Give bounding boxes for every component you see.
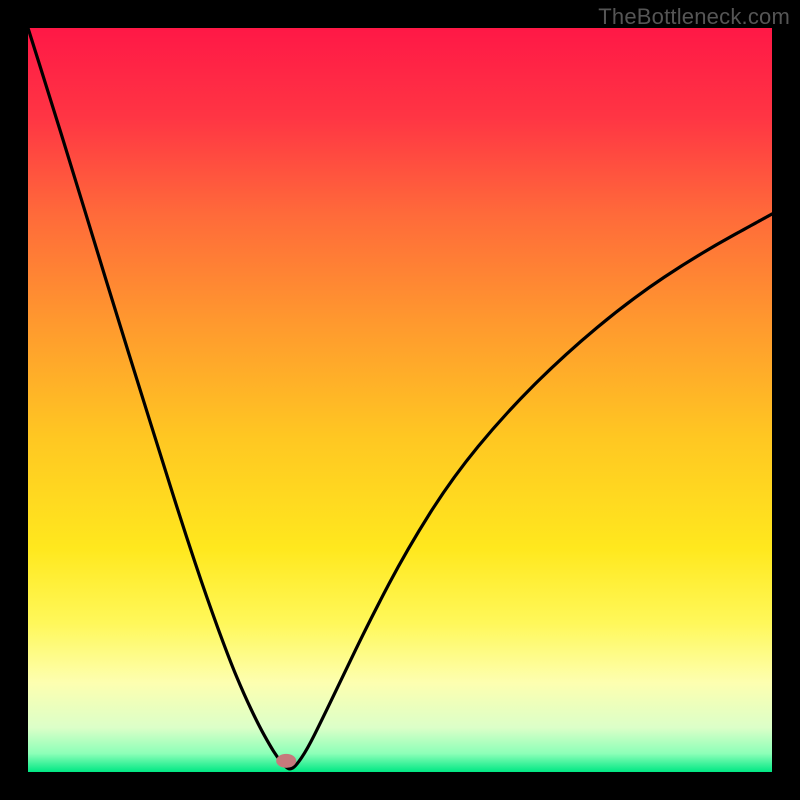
watermark-text: TheBottleneck.com	[598, 4, 790, 30]
chart-frame: TheBottleneck.com	[0, 0, 800, 800]
plot-svg	[28, 28, 772, 772]
plot-area	[28, 28, 772, 772]
gradient-background	[28, 28, 772, 772]
optimum-marker	[276, 754, 296, 768]
